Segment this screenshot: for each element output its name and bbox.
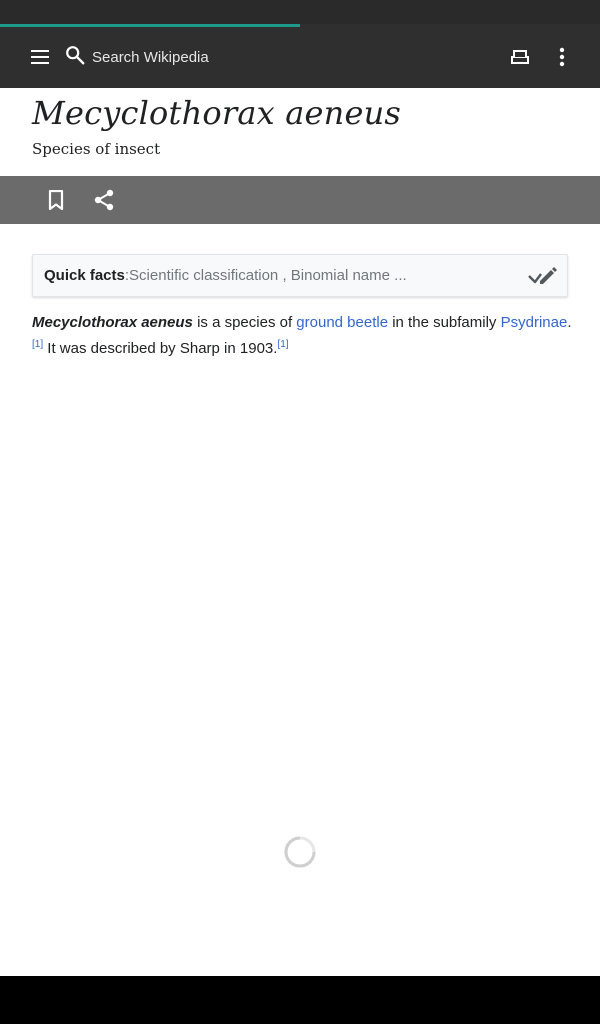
reference-link[interactable]: [1] [277, 339, 288, 350]
article-text: is a species of [192, 314, 297, 331]
hamburger-menu-icon[interactable] [18, 35, 62, 79]
bookmark-icon[interactable] [34, 178, 78, 222]
page-title: Mecyclothorax aeneus [32, 94, 402, 132]
link-ground-beetle[interactable]: ground beetle [296, 314, 388, 331]
search-placeholder: Search Wikipedia [92, 48, 209, 66]
quick-facts-summary: Scientific classification , Binomial nam… [129, 267, 407, 284]
top-toolbar: Search Wikipedia [0, 27, 600, 88]
share-icon[interactable] [82, 178, 126, 222]
search-input[interactable]: Search Wikipedia [64, 35, 364, 79]
edit-check-icon[interactable] [527, 263, 557, 289]
article-action-bar [0, 176, 600, 224]
page-description: Species of insect [32, 140, 161, 158]
article-paragraph: Mecyclothorax aeneus is a species of gro… [32, 310, 572, 362]
system-navigation-bar [0, 976, 600, 1024]
link-psydrinae[interactable]: Psydrinae [501, 314, 568, 331]
article-header: Mecyclothorax aeneus Species of insect [0, 88, 600, 176]
loading-spinner-icon [284, 836, 316, 868]
article-text: It was described by Sharp in 1903. [43, 340, 278, 357]
more-vertical-icon[interactable] [540, 35, 584, 79]
quick-facts-box[interactable]: Quick facts: Scientific classification ,… [32, 254, 568, 297]
article-subject: Mecyclothorax aeneus [32, 314, 193, 331]
reading-lists-icon[interactable] [498, 35, 542, 79]
article-text: in the subfamily [388, 314, 501, 331]
article-body: Mecyclothorax aeneus is a species of gro… [32, 310, 572, 362]
article-text: . [567, 314, 572, 331]
search-icon [64, 44, 86, 71]
reference-link[interactable]: [1] [32, 339, 43, 350]
status-bar [0, 0, 600, 24]
quick-facts-label: Quick facts [44, 267, 125, 284]
